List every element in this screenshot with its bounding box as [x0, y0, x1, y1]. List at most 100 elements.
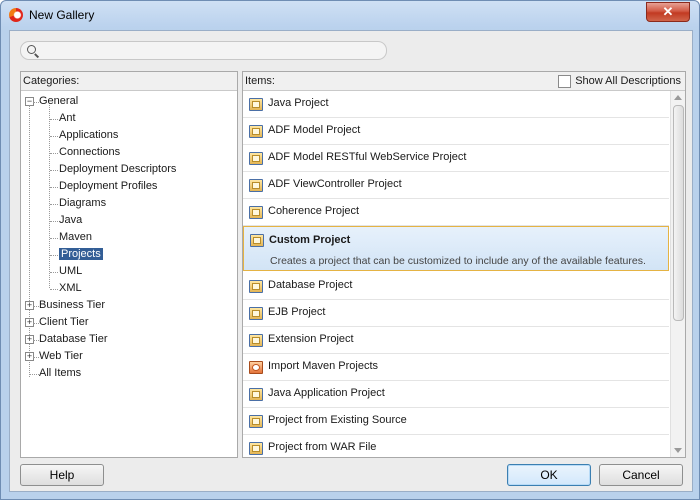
ok-button[interactable]: OK: [507, 464, 591, 486]
items-scrollbar[interactable]: [670, 91, 685, 457]
tree-connector: [50, 170, 58, 171]
folder-project-icon: [249, 415, 263, 428]
folder-project-icon: [249, 280, 263, 293]
tree-node-label: Business Tier: [39, 299, 106, 311]
folder-project-icon: [249, 388, 263, 401]
search-icon: [27, 45, 36, 54]
checkbox-box[interactable]: [558, 74, 572, 88]
list-item[interactable]: Database Project: [243, 273, 669, 300]
categories-header: Categories:: [21, 72, 237, 91]
item-label: Extension Project: [268, 333, 354, 345]
list-item[interactable]: ADF Model RESTful WebService Project: [243, 145, 669, 172]
scroll-up-arrow-icon[interactable]: [674, 95, 682, 100]
tree-node-diagrams[interactable]: Diagrams: [59, 195, 106, 212]
item-label: ADF Model Project: [268, 124, 361, 136]
list-item[interactable]: ADF ViewController Project: [243, 172, 669, 199]
scroll-thumb[interactable]: [673, 105, 684, 321]
tree-connector: [50, 153, 58, 154]
folder-project-icon: [249, 98, 263, 111]
close-button[interactable]: ✕: [646, 2, 690, 22]
tree-node-deployment-profiles[interactable]: Deployment Profiles: [59, 178, 157, 195]
tree-node-label: Client Tier: [39, 316, 89, 328]
item-label: Database Project: [268, 279, 353, 291]
search-box[interactable]: [20, 41, 387, 60]
item-label: ADF Model RESTful WebService Project: [268, 151, 467, 163]
list-item[interactable]: Import Maven Projects: [243, 354, 669, 381]
title-bar[interactable]: New Gallery ✕: [1, 1, 699, 29]
tree-node-label: Deployment Profiles: [59, 180, 158, 192]
tree-node-label: Database Tier: [39, 333, 108, 345]
tree-node-connections[interactable]: Connections: [59, 144, 120, 161]
tree-connector: [50, 119, 58, 120]
item-label: Project from Existing Source: [268, 414, 407, 426]
folder-project-icon: [249, 179, 263, 192]
folder-project-icon: [249, 152, 263, 165]
list-item[interactable]: Java Application Project: [243, 381, 669, 408]
list-item[interactable]: EJB Project: [243, 300, 669, 327]
tree-node-database-tier[interactable]: + Database Tier: [25, 331, 108, 348]
tree-connector: [30, 374, 39, 375]
tree-node-label: Projects: [59, 248, 103, 260]
maven-icon: [249, 361, 263, 374]
show-all-descriptions-label: Show All Descriptions: [575, 75, 681, 87]
dialog-body: Categories: − General Ant Applications Conne…: [9, 30, 693, 492]
item-label: Coherence Project: [268, 205, 360, 217]
item-label: Project from WAR File: [268, 441, 377, 453]
item-label: EJB Project: [268, 306, 326, 318]
folder-project-icon: [250, 234, 264, 247]
list-item[interactable]: Coherence Project: [243, 199, 669, 226]
tree-connector: [50, 255, 58, 256]
tree-node-ant[interactable]: Ant: [59, 110, 76, 127]
tree-connector: [33, 323, 39, 324]
list-item[interactable]: ADF Model Project: [243, 118, 669, 145]
folder-project-icon: [249, 307, 263, 320]
tree-node-business-tier[interactable]: + Business Tier: [25, 297, 106, 314]
items-panel: Items: Show All Descriptions Java Projec…: [242, 71, 686, 458]
tree-node-label: All Items: [39, 367, 82, 379]
tree-node-label: Web Tier: [39, 350, 83, 362]
tree-node-client-tier[interactable]: + Client Tier: [25, 314, 89, 331]
help-button[interactable]: Help: [20, 464, 104, 486]
item-label: Java Project: [268, 97, 329, 109]
tree-node-label: General: [39, 95, 79, 107]
items-header: Items:: [245, 75, 275, 87]
tree-connector: [33, 306, 39, 307]
tree-connector: [50, 238, 58, 239]
tree-connector: [50, 136, 58, 137]
list-item[interactable]: Project from Existing Source: [243, 408, 669, 435]
tree-node-label: Diagrams: [59, 197, 107, 209]
cancel-button[interactable]: Cancel: [599, 464, 683, 486]
list-item[interactable]: Extension Project: [243, 327, 669, 354]
folder-project-icon: [249, 442, 263, 455]
tree-node-label: Deployment Descriptors: [59, 163, 177, 175]
tree-node-maven[interactable]: Maven: [59, 229, 92, 246]
tree-node-uml[interactable]: UML: [59, 263, 82, 280]
list-item[interactable]: Java Project: [243, 91, 669, 118]
window-title: New Gallery: [29, 8, 95, 22]
search-input[interactable]: [41, 43, 375, 59]
tree-node-applications[interactable]: Applications: [59, 127, 118, 144]
list-item-selected[interactable]: Custom Project Creates a project that can…: [243, 226, 669, 271]
tree-node-deployment-descriptors[interactable]: Deployment Descriptors: [59, 161, 176, 178]
tree-connector: [33, 340, 39, 341]
list-item[interactable]: Project from WAR File: [243, 435, 669, 457]
item-label: Java Application Project: [268, 387, 385, 399]
tree-node-general[interactable]: − General: [25, 93, 79, 110]
tree-node-label: Applications: [59, 129, 119, 141]
tree-node-all-items[interactable]: All Items: [39, 365, 81, 382]
tree-connector: [50, 289, 58, 290]
tree-node-java[interactable]: Java: [59, 212, 82, 229]
item-label: Import Maven Projects: [268, 360, 379, 372]
tree-node-xml[interactable]: XML: [59, 280, 82, 297]
item-label: ADF ViewController Project: [268, 178, 402, 190]
tree-node-web-tier[interactable]: + Web Tier: [25, 348, 83, 365]
tree-node-projects[interactable]: Projects: [59, 246, 103, 263]
tree-connector: [50, 187, 58, 188]
item-label: Custom Project: [269, 234, 351, 246]
scroll-down-arrow-icon[interactable]: [674, 448, 682, 453]
items-header-bar: Items: Show All Descriptions: [243, 72, 685, 91]
tree-connector: [50, 204, 58, 205]
tree-connector: [49, 105, 50, 288]
tree-node-label: Maven: [59, 231, 93, 243]
show-all-descriptions-checkbox[interactable]: Show All Descriptions: [558, 74, 681, 88]
